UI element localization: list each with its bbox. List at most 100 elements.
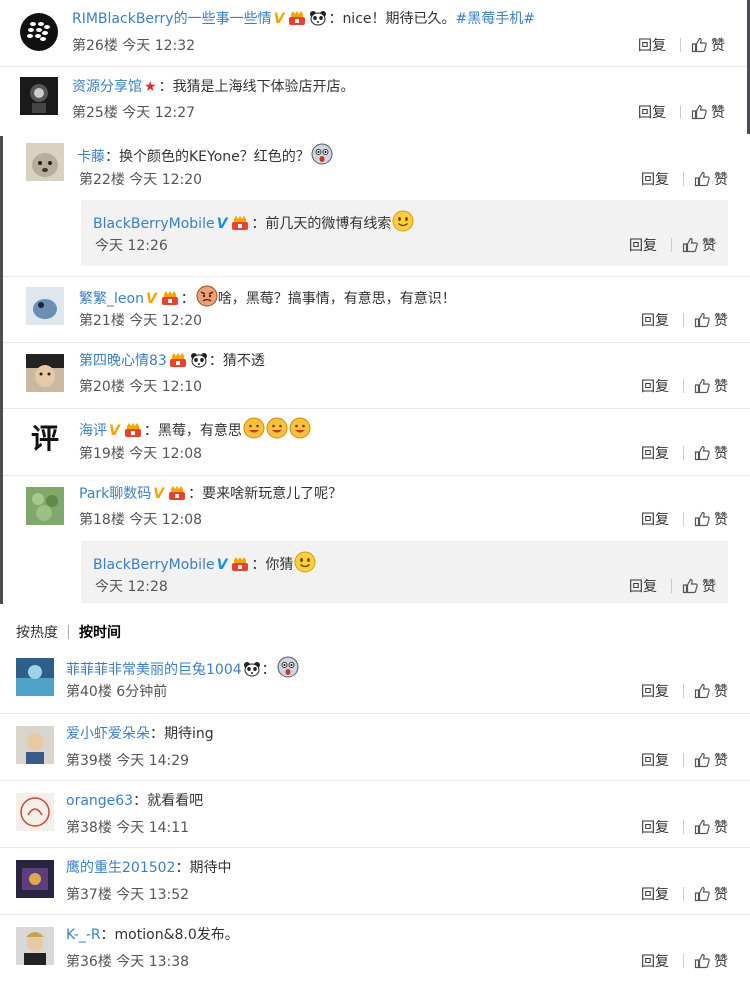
- like-button[interactable]: 赞: [694, 683, 728, 700]
- avatar[interactable]: [26, 287, 64, 325]
- reply-button[interactable]: 回复: [641, 684, 669, 700]
- like-button[interactable]: 赞: [691, 37, 725, 54]
- reply-button[interactable]: 回复: [641, 512, 669, 528]
- avatar[interactable]: [26, 487, 64, 525]
- timestamp: 今天 12:10: [129, 379, 203, 395]
- avatar[interactable]: [16, 793, 54, 831]
- divider: [683, 446, 684, 460]
- thumb-up-icon: [694, 683, 710, 699]
- floor-number: 第26楼: [72, 38, 118, 54]
- reply-button[interactable]: 回复: [641, 313, 669, 329]
- floor-number: 第19楼: [79, 446, 125, 462]
- like-button[interactable]: 赞: [682, 237, 716, 254]
- like-button[interactable]: 赞: [691, 104, 725, 121]
- avatar[interactable]: [16, 658, 54, 696]
- reply-button[interactable]: 回复: [641, 820, 669, 836]
- avatar[interactable]: [16, 927, 54, 965]
- angry-emoji-icon: [196, 285, 218, 313]
- reply-button[interactable]: 回复: [641, 446, 669, 462]
- like-button[interactable]: 赞: [694, 511, 728, 528]
- username-link[interactable]: 资源分享馆: [72, 79, 142, 95]
- reply-button[interactable]: 回复: [638, 105, 666, 121]
- member-level-icon: [160, 290, 180, 312]
- divider: [683, 684, 684, 698]
- comment-content: 海评 V ：黑莓，有意思: [79, 417, 311, 445]
- like-button[interactable]: 赞: [694, 445, 728, 462]
- avatar[interactable]: [26, 354, 64, 392]
- reply-button[interactable]: 回复: [641, 887, 669, 903]
- smile-emoji-icon: [392, 210, 414, 238]
- topic-link[interactable]: #黑莓手机#: [456, 11, 535, 27]
- reply-button[interactable]: 回复: [641, 753, 669, 769]
- reply-button[interactable]: 回复: [629, 579, 657, 595]
- timestamp: 今天 12:08: [129, 512, 203, 528]
- reply-button[interactable]: 回复: [638, 38, 666, 54]
- like-label: 赞: [714, 820, 728, 836]
- like-button[interactable]: 赞: [694, 886, 728, 903]
- like-button[interactable]: 赞: [694, 378, 728, 395]
- sort-by-time-tab[interactable]: 按时间: [79, 625, 121, 641]
- avatar[interactable]: [26, 143, 64, 181]
- comment-meta: 第36楼 今天 13:38: [66, 952, 189, 972]
- reply-box: BlackBerryMobile V ：前几天的微博有线索 今天 12:26 回复 赞: [81, 200, 728, 266]
- avatar[interactable]: [16, 860, 54, 898]
- username-link[interactable]: BlackBerryMobile: [93, 557, 215, 573]
- avatar[interactable]: [16, 726, 54, 764]
- floor-number: 第40楼: [66, 684, 112, 700]
- timestamp: 今天 12:20: [129, 313, 203, 329]
- username-link[interactable]: 鹰的重生201502: [66, 860, 175, 876]
- reply-button[interactable]: 回复: [629, 238, 657, 254]
- divider: [68, 625, 69, 639]
- username-link[interactable]: 海评: [79, 423, 107, 439]
- separator: ：: [180, 291, 195, 307]
- username-link[interactable]: 繁繁_leon: [79, 291, 144, 307]
- comment-actions: 回复 赞: [638, 36, 725, 56]
- avatar[interactable]: [20, 77, 58, 115]
- username-link[interactable]: BlackBerryMobile: [93, 216, 215, 232]
- username-link[interactable]: 卡藤: [77, 149, 105, 165]
- like-button[interactable]: 赞: [694, 953, 728, 970]
- username-link[interactable]: 第四晚心情83: [79, 353, 167, 369]
- username-link[interactable]: K-_-R: [66, 927, 101, 943]
- username-link[interactable]: Park聊数码: [79, 486, 151, 502]
- comment-item: 鹰的重生201502：期待中 第37楼 今天 13:52 回复 赞: [0, 847, 750, 915]
- star-badge-icon: ★: [144, 79, 157, 95]
- avatar[interactable]: [20, 13, 58, 51]
- reply-button[interactable]: 回复: [641, 954, 669, 970]
- comment-meta: 第21楼 今天 12:20: [79, 311, 202, 331]
- like-button[interactable]: 赞: [694, 312, 728, 329]
- username-link[interactable]: RIMBlackBerry的一些事一些情: [72, 11, 272, 27]
- comment-actions: 回复 赞: [641, 444, 728, 464]
- comment-content: 卡藤：换个颜色的KEYone？红色的？: [77, 143, 333, 171]
- comment-text: 你猜: [265, 557, 294, 573]
- like-button[interactable]: 赞: [694, 752, 728, 769]
- separator: ：: [188, 486, 203, 502]
- reply-button[interactable]: 回复: [641, 172, 669, 188]
- sort-by-hot-tab[interactable]: 按热度: [16, 625, 58, 641]
- comment-actions: 回复 赞: [641, 682, 728, 702]
- comment-actions: 回复 赞: [641, 510, 728, 530]
- avatar[interactable]: 评: [26, 420, 64, 458]
- separator: ：: [208, 353, 223, 369]
- like-button[interactable]: 赞: [694, 171, 728, 188]
- like-label: 赞: [714, 684, 728, 700]
- member-level-icon: [167, 485, 187, 507]
- comment-content: Park聊数码 V ：要来啥新玩意儿了呢？: [79, 484, 342, 507]
- comment-meta: 第39楼 今天 14:29: [66, 751, 189, 771]
- like-label: 赞: [714, 313, 728, 329]
- username-link[interactable]: 爱小虾爱朵朵: [66, 726, 150, 742]
- comment-actions: 回复 赞: [629, 577, 716, 597]
- timestamp: 今天 13:38: [116, 954, 190, 970]
- verified-badge-icon: V: [216, 557, 228, 573]
- comment-meta: 第25楼 今天 12:27: [72, 103, 195, 123]
- divider: [683, 820, 684, 834]
- username-link[interactable]: 菲菲菲非常美丽的巨兔1004: [66, 662, 242, 678]
- like-button[interactable]: 赞: [694, 819, 728, 836]
- comment-item: 评 海评 V ：黑莓，有意思 第19楼 今天 12:08 回复 赞: [3, 408, 750, 476]
- like-button[interactable]: 赞: [682, 578, 716, 595]
- comment-text: 期待ing: [164, 726, 214, 742]
- comment-item: K-_-R：motion&8.0发布。 第36楼 今天 13:38 回复 赞: [0, 914, 750, 984]
- username-link[interactable]: orange63: [66, 793, 133, 809]
- reply-button[interactable]: 回复: [641, 379, 669, 395]
- verified-badge-icon: V: [153, 486, 165, 502]
